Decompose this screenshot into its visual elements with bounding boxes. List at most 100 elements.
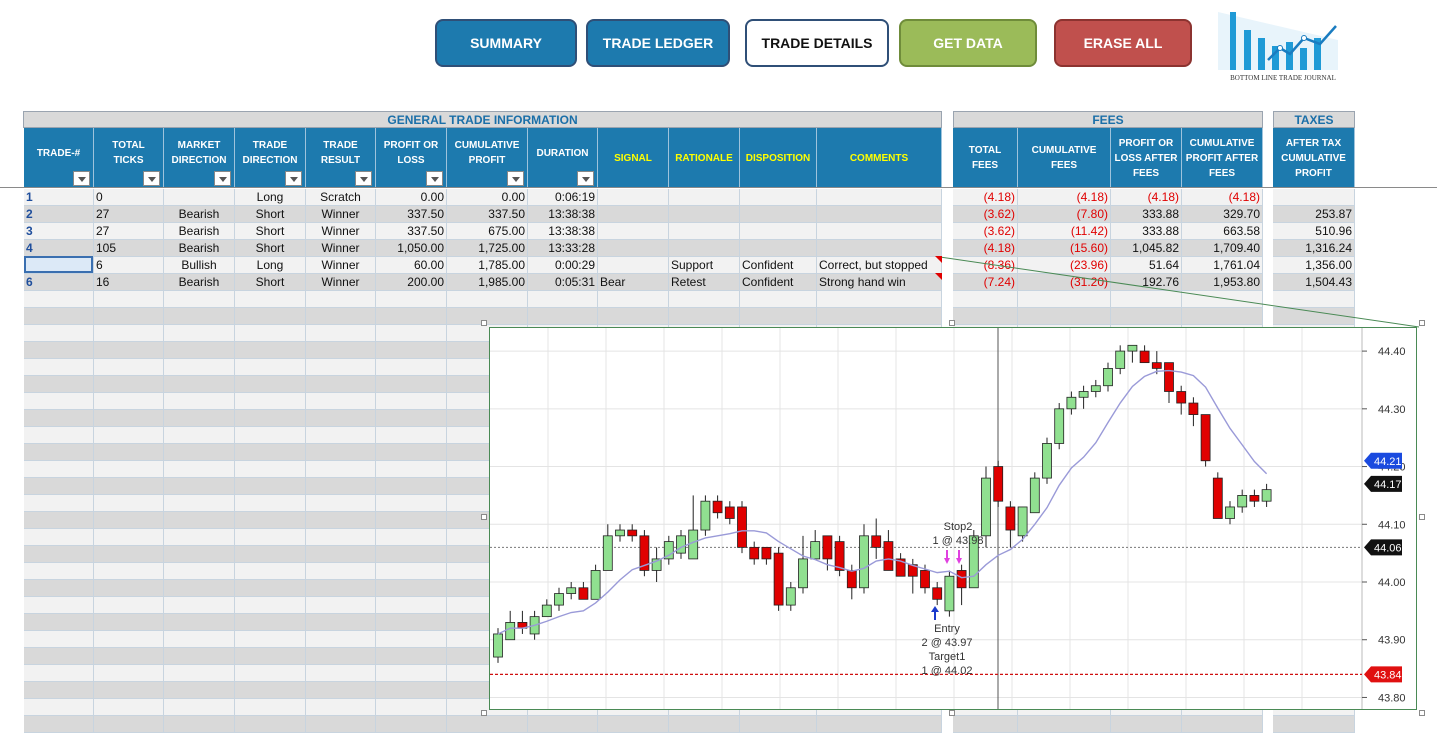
empty-cell[interactable]: [164, 512, 235, 529]
cell-plaf[interactable]: 333.88: [1111, 223, 1182, 240]
empty-cell[interactable]: [94, 699, 164, 716]
empty-cell[interactable]: [1182, 716, 1263, 733]
empty-cell[interactable]: [164, 427, 235, 444]
cell-signal[interactable]: [598, 240, 669, 257]
resize-handle-br[interactable]: [1419, 710, 1425, 716]
empty-cell[interactable]: [94, 563, 164, 580]
cell-signal[interactable]: Bear: [598, 274, 669, 291]
cell-cum[interactable]: 675.00: [447, 223, 528, 240]
cell-signal[interactable]: [598, 206, 669, 223]
empty-cell[interactable]: [528, 716, 598, 733]
empty-cell[interactable]: [24, 716, 94, 733]
price-chart[interactable]: 44.4044.3044.2044.1044.0043.9043.8044.21…: [489, 327, 1417, 710]
cell-cumfees[interactable]: (31.20): [1018, 274, 1111, 291]
empty-cell[interactable]: [376, 512, 447, 529]
empty-cell[interactable]: [24, 699, 94, 716]
empty-cell[interactable]: [740, 716, 817, 733]
cell-n[interactable]: 4: [24, 240, 94, 257]
cell-mkt[interactable]: Bearish: [164, 223, 235, 240]
empty-cell[interactable]: [94, 427, 164, 444]
cell-fees[interactable]: (3.62): [953, 206, 1018, 223]
cell-ticks[interactable]: 27: [94, 206, 164, 223]
empty-cell[interactable]: [953, 308, 1018, 325]
empty-cell[interactable]: [24, 444, 94, 461]
empty-cell[interactable]: [306, 359, 376, 376]
cell-pl[interactable]: 1,050.00: [376, 240, 447, 257]
empty-cell[interactable]: [164, 529, 235, 546]
cell-res[interactable]: Winner: [306, 274, 376, 291]
cell-comments[interactable]: [817, 206, 942, 223]
empty-cell[interactable]: [24, 665, 94, 682]
empty-cell[interactable]: [306, 444, 376, 461]
cell-dur[interactable]: 0:05:31: [528, 274, 598, 291]
cell-cumaf[interactable]: 1,761.04: [1182, 257, 1263, 274]
empty-cell[interactable]: [94, 376, 164, 393]
empty-cell[interactable]: [24, 631, 94, 648]
cell-cum[interactable]: 1,725.00: [447, 240, 528, 257]
empty-cell[interactable]: [94, 512, 164, 529]
cell-n[interactable]: 1: [24, 189, 94, 206]
empty-cell[interactable]: [94, 546, 164, 563]
empty-cell[interactable]: [376, 461, 447, 478]
cell-rationale[interactable]: [669, 223, 740, 240]
cell-signal[interactable]: [598, 257, 669, 274]
empty-cell[interactable]: [24, 529, 94, 546]
empty-cell[interactable]: [164, 410, 235, 427]
cell-dur[interactable]: 0:06:19: [528, 189, 598, 206]
empty-cell[interactable]: [306, 563, 376, 580]
cell-mkt[interactable]: Bearish: [164, 240, 235, 257]
empty-cell[interactable]: [306, 614, 376, 631]
empty-cell[interactable]: [94, 580, 164, 597]
empty-cell[interactable]: [953, 291, 1018, 308]
empty-cell[interactable]: [306, 308, 376, 325]
empty-cell[interactable]: [164, 393, 235, 410]
filter-dropdown-icon[interactable]: [507, 171, 524, 186]
empty-cell[interactable]: [306, 342, 376, 359]
cell-fees[interactable]: (8.36): [953, 257, 1018, 274]
empty-cell[interactable]: [306, 546, 376, 563]
cell-ticks[interactable]: 27: [94, 223, 164, 240]
empty-cell[interactable]: [376, 665, 447, 682]
empty-cell[interactable]: [376, 614, 447, 631]
empty-cell[interactable]: [164, 342, 235, 359]
empty-cell[interactable]: [24, 393, 94, 410]
empty-cell[interactable]: [1018, 291, 1111, 308]
cell-dir[interactable]: Short: [235, 240, 306, 257]
empty-cell[interactable]: [94, 665, 164, 682]
empty-cell[interactable]: [164, 308, 235, 325]
cell-res[interactable]: Winner: [306, 257, 376, 274]
empty-cell[interactable]: [1273, 291, 1355, 308]
empty-cell[interactable]: [94, 682, 164, 699]
empty-cell[interactable]: [376, 716, 447, 733]
cell-comments[interactable]: Strong hand win: [817, 274, 942, 291]
empty-cell[interactable]: [669, 308, 740, 325]
empty-cell[interactable]: [1273, 716, 1355, 733]
empty-cell[interactable]: [376, 699, 447, 716]
empty-cell[interactable]: [94, 342, 164, 359]
empty-cell[interactable]: [376, 631, 447, 648]
empty-cell[interactable]: [24, 325, 94, 342]
empty-cell[interactable]: [24, 580, 94, 597]
resize-handle-bc[interactable]: [949, 710, 955, 716]
empty-cell[interactable]: [164, 614, 235, 631]
empty-cell[interactable]: [376, 648, 447, 665]
cell-aftertax[interactable]: [1273, 189, 1355, 206]
cell-plaf[interactable]: (4.18): [1111, 189, 1182, 206]
empty-cell[interactable]: [24, 546, 94, 563]
empty-cell[interactable]: [376, 495, 447, 512]
cell-pl[interactable]: 0.00: [376, 189, 447, 206]
empty-cell[interactable]: [24, 478, 94, 495]
empty-cell[interactable]: [235, 597, 306, 614]
filter-dropdown-icon[interactable]: [355, 171, 372, 186]
cell-dir[interactable]: Short: [235, 274, 306, 291]
empty-cell[interactable]: [24, 427, 94, 444]
cell-disposition[interactable]: [740, 189, 817, 206]
empty-cell[interactable]: [94, 444, 164, 461]
empty-cell[interactable]: [376, 393, 447, 410]
empty-cell[interactable]: [24, 597, 94, 614]
cell-dir[interactable]: Long: [235, 257, 306, 274]
empty-cell[interactable]: [376, 444, 447, 461]
cell-fees[interactable]: (4.18): [953, 240, 1018, 257]
empty-cell[interactable]: [306, 597, 376, 614]
empty-cell[interactable]: [164, 682, 235, 699]
